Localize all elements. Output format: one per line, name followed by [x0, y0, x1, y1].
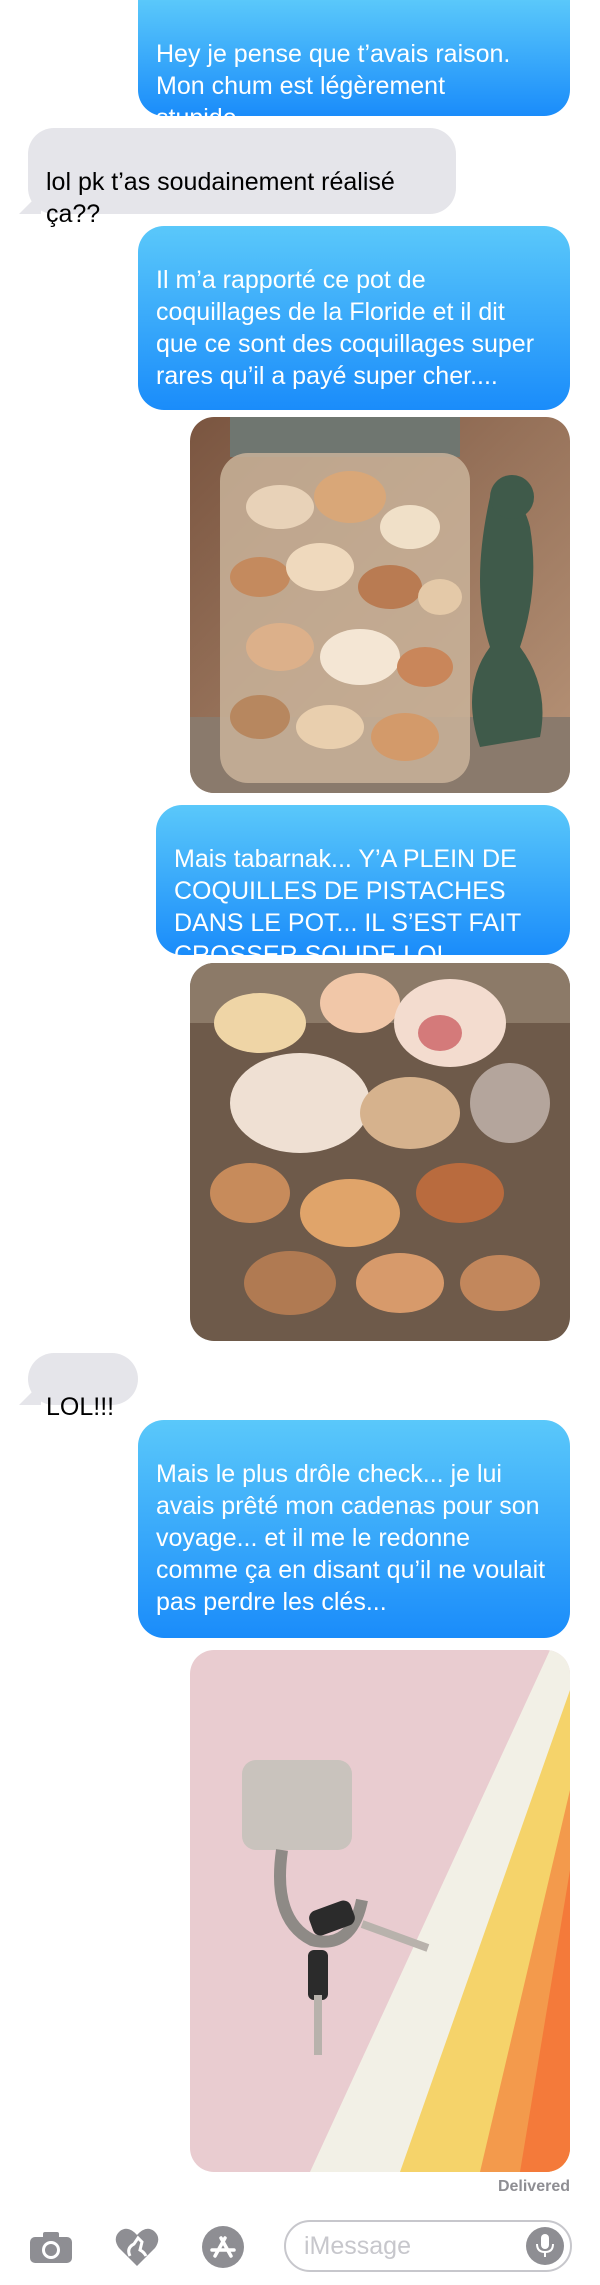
- shell-jar-photo: [190, 417, 570, 793]
- message-bubble-sent[interactable]: Mais tabarnak... Y’A PLEIN DE COQUILLES …: [156, 805, 570, 969]
- padlock-photo: [190, 1650, 570, 2172]
- message-text: Mais le plus drôle check... je lui avais…: [156, 1460, 546, 1616]
- message-text: Mais tabarnak... Y’A PLEIN DE COQUILLES …: [174, 845, 521, 969]
- message-bubble-sent[interactable]: Hey je pense que t’avais raison. Mon chu…: [138, 0, 570, 132]
- delivered-status: Delivered: [497, 2178, 570, 2195]
- camera-icon: [30, 2232, 72, 2263]
- message-bubble-received[interactable]: LOL!!!: [28, 1353, 138, 1421]
- microphone-icon: [536, 2234, 554, 2257]
- message-thread: Hey je pense que t’avais raison. Mon chu…: [0, 0, 600, 2195]
- imessage-input[interactable]: iMessage: [284, 2220, 572, 2272]
- heart-hand-icon: [115, 2228, 159, 2266]
- message-text: LOL!!!: [46, 1393, 115, 1421]
- shell-closeup-photo: [190, 963, 570, 1341]
- photo-attachment[interactable]: [190, 417, 570, 793]
- camera-button[interactable]: [26, 2224, 76, 2270]
- message-bubble-sent[interactable]: Il m’a rapporté ce pot de coquillages de…: [138, 226, 570, 410]
- digital-touch-button[interactable]: [112, 2224, 162, 2270]
- input-placeholder: iMessage: [304, 2232, 411, 2260]
- app-store-button[interactable]: [198, 2224, 248, 2270]
- app-store-icon: [202, 2226, 244, 2268]
- photo-attachment[interactable]: [190, 1650, 570, 2172]
- message-text: lol pk t’as soudainement réalisé ça??: [46, 168, 395, 228]
- photo-attachment[interactable]: [190, 963, 570, 1341]
- message-text: Hey je pense que t’avais raison. Mon chu…: [156, 40, 511, 132]
- message-input-bar: iMessage: [0, 2208, 600, 2285]
- message-bubble-received[interactable]: lol pk t’as soudainement réalisé ça??: [28, 128, 456, 228]
- message-bubble-sent[interactable]: Mais le plus drôle check... je lui avais…: [138, 1420, 570, 1638]
- message-text: Il m’a rapporté ce pot de coquillages de…: [156, 266, 535, 390]
- mic-button[interactable]: [526, 2227, 564, 2265]
